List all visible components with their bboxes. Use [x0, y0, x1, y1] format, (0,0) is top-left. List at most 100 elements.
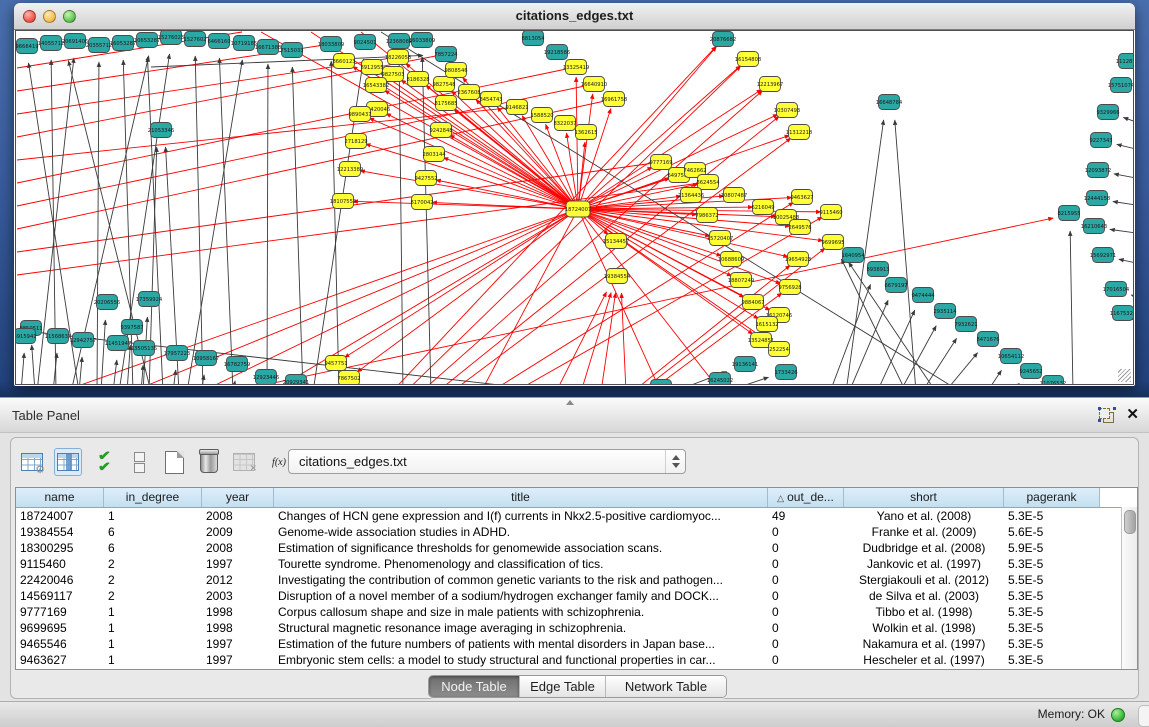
table-row[interactable]: 1872400712008Changes of HCN gene express…	[16, 508, 1137, 524]
graph-node-label: 19136141	[732, 362, 758, 368]
graph-node-label: 11451947	[105, 341, 131, 347]
table-row[interactable]: 969969511998Structural magnetic resonanc…	[16, 620, 1137, 636]
column-header-year[interactable]: year	[202, 488, 274, 507]
graph-node-label: 16961758	[601, 97, 627, 103]
graph-node-label: 9146821	[505, 105, 528, 111]
column-header-pagerank[interactable]: pagerank	[1004, 488, 1100, 507]
table-cell: 0	[768, 588, 844, 604]
select-all-icon[interactable]: ✔✔	[91, 449, 117, 475]
graph-node-label: 10958167	[193, 356, 219, 362]
graph-node-label: 11675329	[1110, 311, 1134, 317]
citation-edge-black	[1070, 231, 1073, 385]
table-cell: 0	[768, 604, 844, 620]
new-table-icon[interactable]	[161, 449, 187, 475]
show-column-icon[interactable]	[54, 448, 82, 476]
table-select-dropdown[interactable]: citations_edges.txt	[288, 449, 686, 474]
tab-edge-table[interactable]: Edge Table	[519, 676, 605, 697]
table-cell: Stergiakouli et al. (2012)	[844, 572, 1004, 588]
graph-node-label: 12444158	[1084, 196, 1110, 202]
table-settings-icon[interactable]: ⚙	[19, 449, 45, 475]
close-panel-icon[interactable]: ✕	[1126, 406, 1139, 424]
citation-edge-black	[267, 64, 268, 385]
table-cell: Nakamura et al. (1997)	[844, 636, 1004, 652]
column-header-title[interactable]: title	[274, 488, 768, 507]
citation-edge-black	[900, 326, 936, 385]
table-scrollbar-thumb[interactable]	[1124, 510, 1136, 534]
table-row[interactable]: 2242004622012Investigating the contribut…	[16, 572, 1137, 588]
column-header-name[interactable]: name	[16, 488, 104, 507]
table-row[interactable]: 946362711997Embryonic stem cells: a mode…	[16, 652, 1137, 668]
graph-node-label: 16671388	[255, 45, 281, 51]
delete-table-disabled-icon	[231, 449, 257, 475]
table-cell: Genome-wide association studies in ADHD.	[274, 524, 768, 540]
table-cell: 2	[104, 588, 202, 604]
graph-node-label: 2649576	[788, 225, 811, 231]
graph-node-label: 15751074	[1108, 83, 1134, 89]
tab-network-table[interactable]: Network Table	[605, 676, 726, 697]
tab-node-table[interactable]: Node Table	[429, 676, 519, 697]
graph-node-label: 11312218	[786, 130, 812, 136]
window-corner-grip[interactable]	[1138, 705, 1149, 727]
table-cell: 9465546	[16, 636, 104, 652]
table-row[interactable]: 946554611997Estimation of the future num…	[16, 636, 1137, 652]
network-desktop: citations_edges.txt 96664191405571220691…	[0, 0, 1149, 397]
table-cell: 0	[768, 620, 844, 636]
canvas-resize-grip[interactable]	[1118, 369, 1131, 382]
network-window-titlebar[interactable]: citations_edges.txt	[14, 3, 1135, 30]
table-cell: 1998	[202, 604, 274, 620]
graph-node-label: 15276023	[158, 35, 184, 41]
graph-node-label: 20691406	[62, 39, 88, 45]
table-scrollbar[interactable]	[1121, 507, 1137, 669]
table-cell: 2	[104, 572, 202, 588]
graph-node-label: 12093872	[1085, 168, 1111, 174]
graph-node-label: 7986372	[695, 213, 718, 219]
citation-edge-black	[233, 381, 235, 385]
graph-node-label: 9242848	[429, 128, 452, 134]
table-cell: Wolkin et al. (1998)	[844, 620, 1004, 636]
citation-edge-black	[147, 57, 163, 385]
column-header-short[interactable]: short	[844, 488, 1004, 507]
graph-node-label: 8322037	[553, 121, 576, 127]
graph-node-teal[interactable]	[651, 380, 672, 386]
citation-edge-black	[97, 62, 99, 385]
row-pair-icon[interactable]	[126, 449, 152, 475]
sort-ascending-icon: △	[777, 493, 784, 503]
network-window-title: citations_edges.txt	[14, 3, 1135, 29]
graph-node-label: 3915941	[16, 334, 37, 340]
table-row[interactable]: 977716911998Corpus callosum shape and si…	[16, 604, 1137, 620]
graph-node-label: 9808546	[444, 68, 467, 74]
table-row[interactable]: 1830029562008Estimation of significance …	[16, 540, 1137, 556]
graph-node-label: 12942757	[70, 338, 96, 344]
citation-edge-red	[357, 209, 578, 372]
delete-table-icon[interactable]	[196, 449, 222, 475]
table-cell: 9699695	[16, 620, 104, 636]
graph-node-label: 14055712	[38, 41, 64, 47]
citation-edge-black	[987, 370, 1001, 385]
table-cell: 1997	[202, 636, 274, 652]
column-header-out_de[interactable]: △out_de...	[768, 488, 844, 507]
graph-node-label: 7867502	[337, 376, 360, 382]
graph-node-label: 11128764	[1116, 59, 1134, 65]
table-row[interactable]: 911546021997Tourette syndrome. Phenomeno…	[16, 556, 1137, 572]
graph-node-label: 20876682	[710, 37, 736, 43]
splitter-handle[interactable]	[566, 400, 574, 405]
float-panel-icon[interactable]	[1099, 408, 1115, 424]
table-cell: Embryonic stem cells: a model to study s…	[274, 652, 768, 668]
table-cell: 18300295	[16, 540, 104, 556]
table-cell: Dudbridge et al. (2008)	[844, 540, 1004, 556]
graph-node-label: 16245022	[707, 378, 733, 384]
graph-node-label: 8471676	[976, 337, 999, 343]
table-cell: 1	[104, 636, 202, 652]
graph-node-label: 20206556	[94, 300, 120, 306]
graph-node-label: 1527602	[183, 37, 206, 43]
table-cell: Yano et al. (2008)	[844, 508, 1004, 524]
citation-edge-black	[422, 57, 431, 385]
graph-node-label: 10719185	[231, 41, 257, 47]
table-row[interactable]: 1456911722003Disruption of a novel membe…	[16, 588, 1137, 604]
graph-node-label: 16640910	[581, 82, 607, 88]
graph-node-label: 19654923	[785, 257, 811, 263]
table-row[interactable]: 1938455462009Genome-wide association stu…	[16, 524, 1137, 540]
network-canvas[interactable]: 9666419140557122069140620355712160532871…	[15, 30, 1134, 385]
graph-node-label: 7857224	[434, 52, 458, 58]
column-header-in_degree[interactable]: in_degree	[104, 488, 202, 507]
